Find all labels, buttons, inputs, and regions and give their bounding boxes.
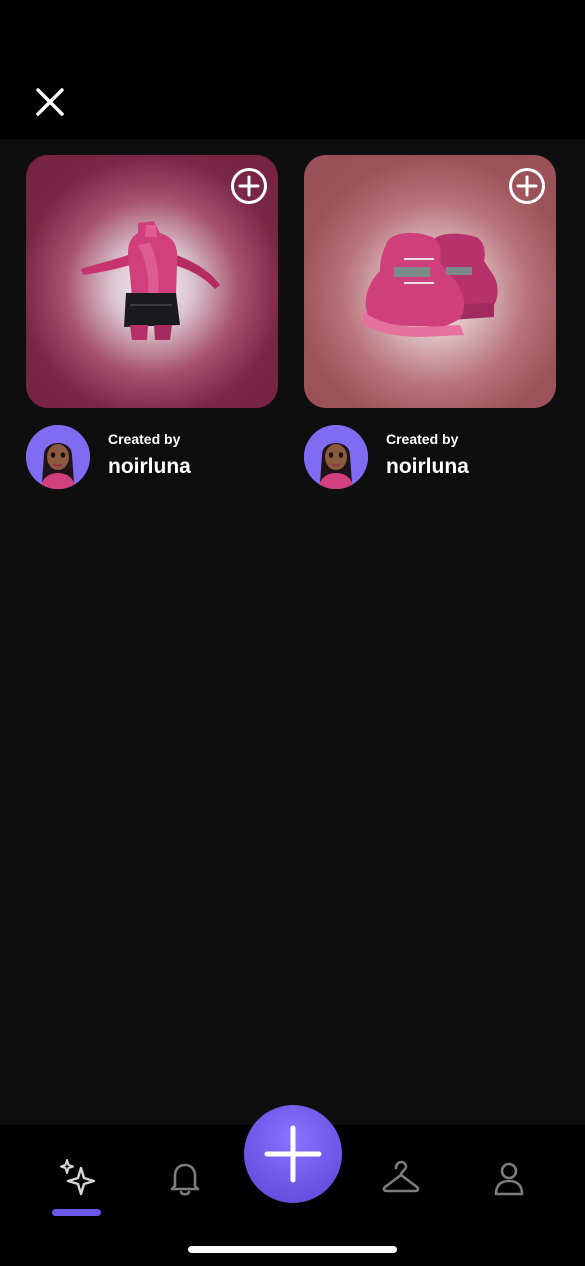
avatar[interactable]: [304, 425, 368, 489]
created-by-label: Created by: [386, 431, 459, 447]
avatar[interactable]: [26, 425, 90, 489]
home-indicator[interactable]: [188, 1246, 397, 1253]
plus-icon: [264, 1125, 322, 1183]
nav-item-profile[interactable]: [481, 1150, 537, 1206]
plus-circle-icon[interactable]: [508, 167, 546, 205]
active-tab-indicator: [52, 1209, 101, 1216]
top-bar: [0, 0, 585, 139]
create-button[interactable]: [244, 1105, 342, 1203]
creator-name[interactable]: noirluna: [108, 455, 191, 479]
nav-item-notifications[interactable]: [157, 1150, 213, 1206]
user-icon: [494, 1162, 524, 1196]
creator-name[interactable]: noirluna: [386, 455, 469, 479]
item-card-outfit[interactable]: [26, 155, 278, 408]
hanger-icon: [382, 1160, 420, 1193]
creator-row[interactable]: Created by noirluna: [26, 425, 286, 489]
item-card-boots[interactable]: [304, 155, 556, 408]
close-icon[interactable]: [30, 82, 70, 122]
nav-item-wardrobe[interactable]: [373, 1150, 429, 1206]
creator-row[interactable]: Created by noirluna: [304, 425, 564, 489]
plus-circle-icon[interactable]: [230, 167, 268, 205]
sparkles-icon: [60, 1159, 96, 1196]
created-by-label: Created by: [108, 431, 181, 447]
bell-icon: [170, 1163, 200, 1196]
nav-item-discover[interactable]: [48, 1150, 104, 1206]
